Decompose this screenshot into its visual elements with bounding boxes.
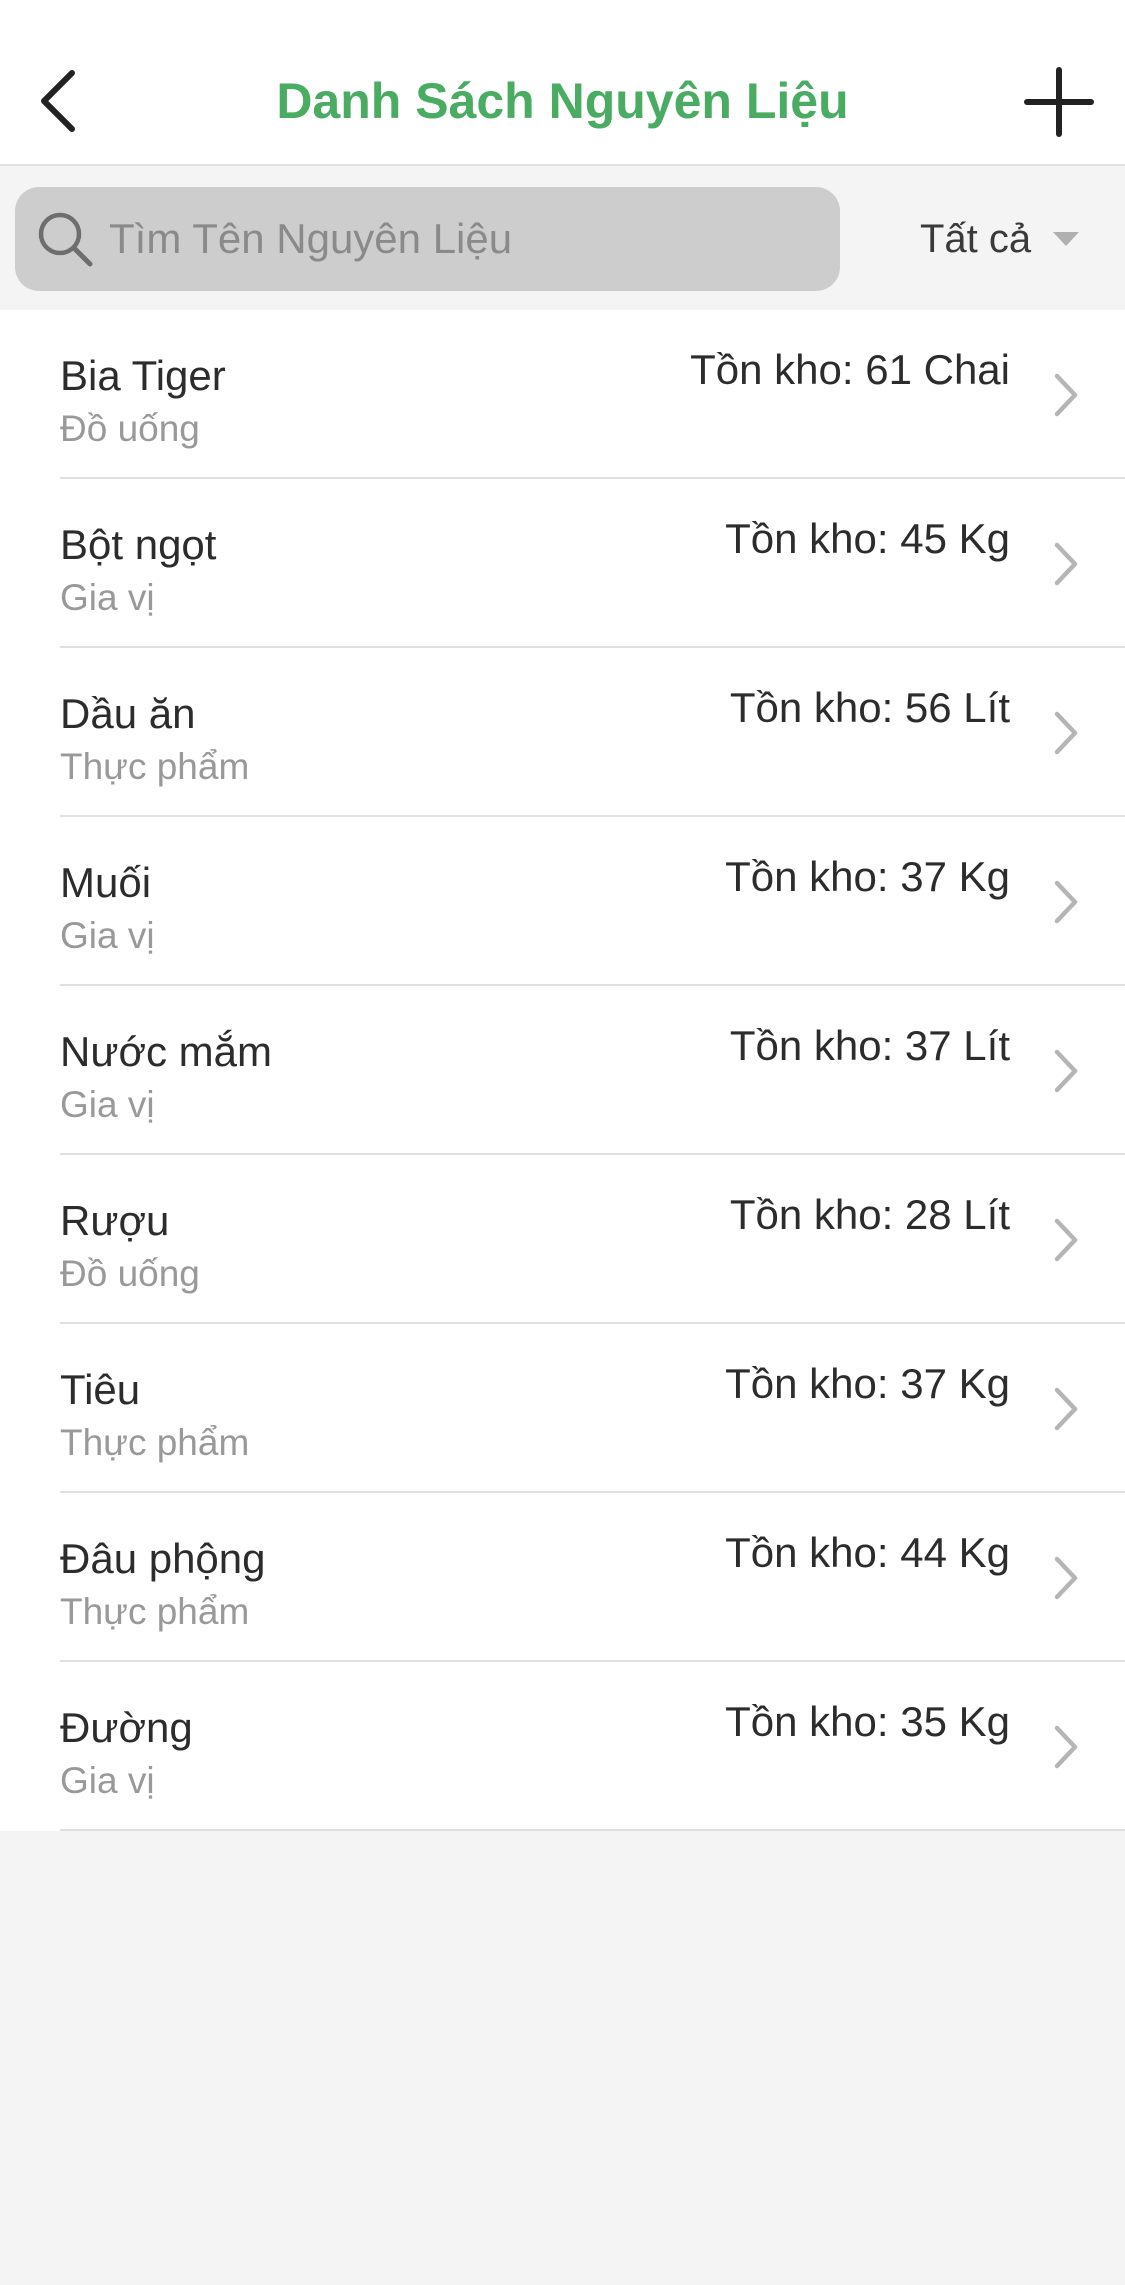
- ingredient-category: Gia vị: [60, 915, 155, 956]
- ingredient-stock: Tồn kho: 37 Lít: [729, 1022, 1010, 1069]
- chevron-right-icon: [1051, 370, 1081, 420]
- ingredient-stock: Tồn kho: 61 Chai: [690, 346, 1010, 393]
- chevron-right-icon: [1051, 1722, 1081, 1772]
- caret-down-icon: [1051, 229, 1081, 249]
- ingredient-stock: Tồn kho: 37 Kg: [725, 1360, 1010, 1407]
- ingredient-name: Bột ngọt: [60, 521, 217, 568]
- ingredient-category: Gia vị: [60, 577, 155, 618]
- ingredient-name: Rượu: [60, 1197, 170, 1244]
- plus-icon: [1024, 67, 1094, 137]
- add-ingredient-button[interactable]: [1019, 62, 1099, 142]
- ingredient-list: Bia Tiger Đồ uống Tồn kho: 61 Chai Bột n…: [0, 310, 1125, 1831]
- ingredient-stock: Tồn kho: 37 Kg: [725, 853, 1010, 900]
- search-field[interactable]: [15, 187, 840, 291]
- filter-selected-label: Tất cả: [920, 216, 1032, 261]
- ingredient-category: Gia vị: [60, 1084, 155, 1125]
- ingredient-name: Bia Tiger: [60, 352, 226, 399]
- chevron-right-icon: [1051, 1215, 1081, 1265]
- list-item[interactable]: Đường Gia vị Tồn kho: 35 Kg: [0, 1662, 1125, 1831]
- ingredient-category: Đồ uống: [60, 408, 200, 449]
- page-title: Danh Sách Nguyên Liệu: [276, 73, 849, 129]
- list-item[interactable]: Rượu Đồ uống Tồn kho: 28 Lít: [0, 1155, 1125, 1324]
- list-item[interactable]: Tiêu Thực phẩm Tồn kho: 37 Kg: [0, 1324, 1125, 1493]
- ingredient-name: Nước mắm: [60, 1028, 272, 1075]
- chevron-right-icon: [1051, 539, 1081, 589]
- ingredient-name: Đâu phộng: [60, 1535, 266, 1582]
- ingredient-name: Dầu ăn: [60, 690, 196, 737]
- navigation-bar: Danh Sách Nguyên Liệu: [0, 0, 1125, 166]
- list-item[interactable]: Muối Gia vị Tồn kho: 37 Kg: [0, 817, 1125, 986]
- chevron-right-icon: [1051, 1046, 1081, 1096]
- chevron-right-icon: [1051, 708, 1081, 758]
- back-button[interactable]: [28, 56, 88, 146]
- ingredient-stock: Tồn kho: 44 Kg: [725, 1529, 1010, 1576]
- category-filter-dropdown[interactable]: Tất cả: [920, 206, 1081, 272]
- ingredient-name: Đường: [60, 1704, 193, 1751]
- ingredient-category: Thực phẩm: [60, 1422, 250, 1463]
- ingredient-stock: Tồn kho: 35 Kg: [725, 1698, 1010, 1745]
- chevron-right-icon: [1051, 1553, 1081, 1603]
- chevron-right-icon: [1051, 877, 1081, 927]
- list-item[interactable]: Dầu ăn Thực phẩm Tồn kho: 56 Lít: [0, 648, 1125, 817]
- ingredient-stock: Tồn kho: 28 Lít: [729, 1191, 1010, 1238]
- chevron-left-icon: [41, 70, 75, 132]
- search-icon: [35, 209, 95, 269]
- ingredient-category: Thực phẩm: [60, 746, 250, 787]
- search-bar: Tất cả: [0, 166, 1125, 310]
- chevron-right-icon: [1051, 1384, 1081, 1434]
- search-input[interactable]: [109, 199, 840, 279]
- list-item[interactable]: Bột ngọt Gia vị Tồn kho: 45 Kg: [0, 479, 1125, 648]
- list-item[interactable]: Nước mắm Gia vị Tồn kho: 37 Lít: [0, 986, 1125, 1155]
- ingredient-category: Gia vị: [60, 1760, 155, 1801]
- list-item[interactable]: Đâu phộng Thực phẩm Tồn kho: 44 Kg: [0, 1493, 1125, 1662]
- ingredient-category: Đồ uống: [60, 1253, 200, 1294]
- ingredient-stock: Tồn kho: 45 Kg: [725, 515, 1010, 562]
- ingredient-name: Muối: [60, 859, 152, 906]
- ingredient-name: Tiêu: [60, 1366, 141, 1413]
- ingredient-category: Thực phẩm: [60, 1591, 250, 1632]
- list-item[interactable]: Bia Tiger Đồ uống Tồn kho: 61 Chai: [0, 310, 1125, 479]
- ingredient-stock: Tồn kho: 56 Lít: [729, 684, 1010, 731]
